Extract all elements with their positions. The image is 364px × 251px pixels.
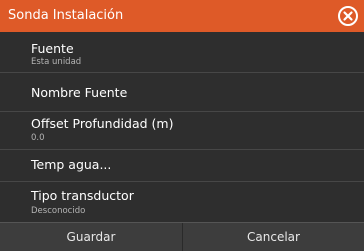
sonda-instalacion-dialog: Sonda Instalación Fuente Esta unidad Nom… xyxy=(0,0,364,251)
setting-label: Tipo transductor xyxy=(31,188,134,203)
setting-nombre-fuente[interactable]: Nombre Fuente xyxy=(0,73,364,112)
setting-offset-profundidad[interactable]: Offset Profundidad (m) 0.0 xyxy=(0,112,364,150)
setting-value: Esta unidad xyxy=(31,57,82,67)
setting-label: Nombre Fuente xyxy=(31,85,128,100)
cancel-button[interactable]: Cancelar xyxy=(183,223,364,251)
settings-list: Fuente Esta unidad Nombre Fuente Offset … xyxy=(0,32,364,222)
setting-label: Temp agua... xyxy=(31,157,112,172)
dialog-footer: Guardar Cancelar xyxy=(0,222,364,251)
close-button[interactable] xyxy=(337,5,359,27)
dialog-header: Sonda Instalación xyxy=(0,0,364,32)
setting-temp-agua[interactable]: Temp agua... xyxy=(0,150,364,182)
setting-label: Offset Profundidad (m) xyxy=(31,116,174,131)
dialog-title: Sonda Instalación xyxy=(8,8,124,23)
setting-value: 0.0 xyxy=(31,133,45,143)
save-button[interactable]: Guardar xyxy=(0,223,182,251)
setting-tipo-transductor[interactable]: Tipo transductor Desconocido xyxy=(0,182,364,222)
setting-fuente[interactable]: Fuente Esta unidad xyxy=(0,32,364,73)
setting-value: Desconocido xyxy=(31,206,86,216)
close-circle-icon xyxy=(338,6,358,26)
setting-label: Fuente xyxy=(31,41,74,56)
